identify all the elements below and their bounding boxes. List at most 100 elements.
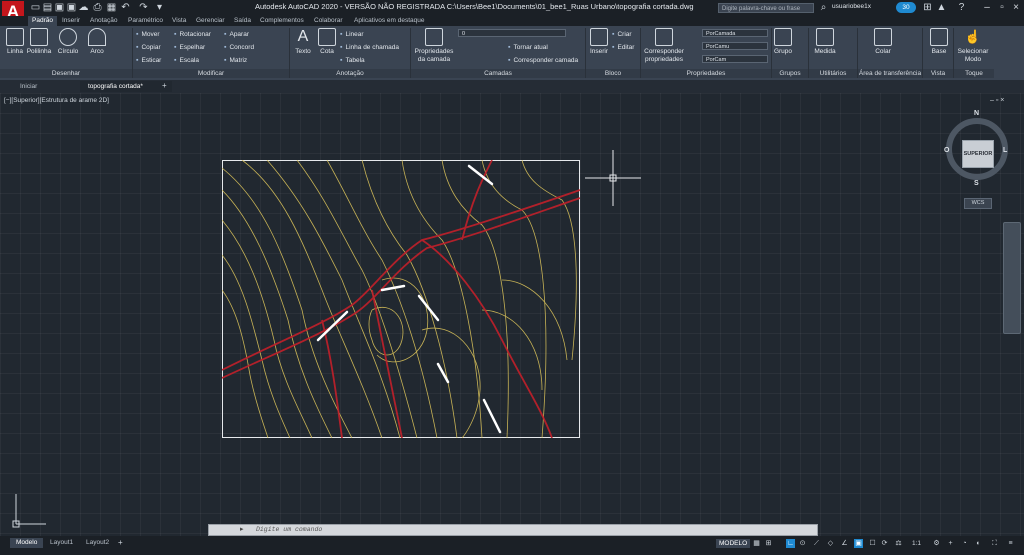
layout-tab-layout2[interactable]: Layout2 (80, 538, 115, 548)
tab-inserir[interactable]: Inserir (58, 16, 84, 26)
tab-start[interactable]: Iniciar (12, 81, 78, 92)
viewport-controls[interactable]: [−][Superior][Estrutura de arame 2D] (4, 97, 109, 104)
color-combo[interactable]: PorCamada (702, 29, 768, 37)
edit-block-button[interactable]: Editar (612, 43, 634, 52)
array-button[interactable]: Matriz (224, 56, 247, 65)
circle-tool[interactable]: Círculo (56, 28, 80, 56)
otrack-icon[interactable]: ∠ (840, 539, 849, 548)
binoculars-icon[interactable]: ⌕ (818, 2, 829, 13)
scale-button[interactable]: Escala (174, 56, 199, 65)
tab-colaborar[interactable]: Colaborar (310, 16, 347, 26)
tab-saida[interactable]: Saída (230, 16, 255, 26)
tab-gerenciar[interactable]: Gerenciar (192, 16, 229, 26)
arc-tool[interactable]: Arco (86, 28, 108, 56)
tab-padrao[interactable]: Padrão (28, 16, 57, 26)
panel-title-grupos[interactable]: Grupos (772, 69, 808, 78)
open-icon[interactable]: ▤ (42, 2, 53, 13)
paste-tool[interactable]: Colar (872, 28, 894, 56)
linetype-combo[interactable]: PorCamu (702, 42, 768, 50)
polar-icon[interactable]: ⊙ (798, 539, 807, 548)
cart-icon[interactable]: ⊞ (922, 2, 933, 13)
annotation-scale-icon[interactable]: ⚖ (894, 539, 903, 548)
mirror-button[interactable]: Espelhar (174, 43, 205, 52)
isodraft-icon[interactable]: ⟋ (812, 539, 821, 548)
layout-tab-model[interactable]: Modelo (10, 538, 44, 548)
selection-cycling-icon[interactable]: ⟳ (880, 539, 889, 548)
tab-complementos[interactable]: Complementos (256, 16, 308, 26)
share-icon[interactable]: ▾ (154, 2, 165, 13)
panel-title-modificar[interactable]: Modificar (133, 69, 289, 78)
model-space-button[interactable]: MODELO (716, 539, 751, 548)
minimize-button[interactable]: – (980, 1, 994, 15)
plot-icon[interactable]: ▦ (106, 2, 117, 13)
group-tool[interactable]: Grupo (773, 28, 793, 56)
layer-combo[interactable]: 0 (458, 29, 566, 37)
tab-drawing-file[interactable]: topografia cortada* (80, 81, 172, 92)
tab-vista[interactable]: Vista (168, 16, 190, 26)
customization-menu-icon[interactable]: ≡ (1006, 539, 1015, 548)
notification-badge[interactable]: 30 (896, 2, 916, 13)
panel-title-area-transferencia[interactable]: Área de transferência (858, 69, 922, 78)
account-icon[interactable]: ▲ (936, 2, 947, 13)
add-icon[interactable]: + (946, 539, 955, 548)
panel-title-toque[interactable]: Toque (954, 69, 994, 78)
stretch-button[interactable]: Esticar (136, 56, 161, 65)
maximize-button[interactable]: ▫ (995, 1, 1009, 15)
copy-button[interactable]: Copiar (136, 43, 160, 52)
undo-icon[interactable]: ↶ (120, 2, 131, 13)
layout-tab-layout1[interactable]: Layout1 (44, 538, 79, 548)
snap-icon[interactable]: ⊞ (764, 539, 773, 548)
tab-anotacao[interactable]: Anotação (86, 16, 121, 26)
workspace-gear-icon[interactable]: ⚙ (932, 539, 941, 548)
polyline-tool[interactable]: Polilinha (26, 28, 52, 56)
command-input[interactable]: Digite um comando (256, 525, 322, 535)
fullscreen-icon[interactable]: ⛶ (990, 539, 999, 548)
layer-properties-tool[interactable]: Propriedades da camada (413, 28, 455, 64)
compass-west[interactable]: O (944, 147, 949, 154)
units-icon[interactable]: ◔ (960, 539, 969, 548)
add-layout-icon[interactable]: + (118, 538, 123, 547)
topography-drawing[interactable] (222, 160, 580, 438)
new-tab-icon[interactable]: + (162, 81, 167, 90)
scale-dropdown[interactable]: 1:1 (912, 539, 921, 548)
tab-aplicativos[interactable]: Aplicativos em destaque (350, 16, 428, 26)
move-button[interactable]: Mover (136, 30, 159, 39)
dimension-tool[interactable]: Cota (316, 28, 338, 56)
panel-title-vista[interactable]: Vista (923, 69, 953, 78)
save-icon[interactable]: ▣ (54, 2, 65, 13)
panel-title-anotacao[interactable]: Anotação (290, 69, 410, 78)
panel-title-desenhar[interactable]: Desenhar (0, 69, 132, 78)
new-icon[interactable]: ▭ (30, 2, 41, 13)
make-current-button[interactable]: Tornar atual (508, 43, 547, 52)
viewport-window-controls[interactable]: – ▫ × (990, 97, 1004, 104)
trim-button[interactable]: Aparar (224, 30, 249, 39)
grid-icon[interactable]: ▦ (752, 539, 761, 548)
table-button[interactable]: Tabela (340, 56, 364, 65)
create-block-button[interactable]: Criar (612, 30, 631, 39)
match-layer-button[interactable]: Corresponder camada (508, 56, 578, 65)
panel-title-camadas[interactable]: Camadas (411, 69, 585, 78)
leader-dropdown[interactable]: Linha de chamada (340, 43, 399, 52)
tab-parametrico[interactable]: Paramétrico (124, 16, 167, 26)
base-view-tool[interactable]: Base (928, 28, 950, 56)
select-mode-tool[interactable]: ☝ Selecionar Modo (956, 28, 990, 64)
isolate-icon[interactable]: ◐ (974, 539, 983, 548)
save-as-icon[interactable]: ▣ (66, 2, 77, 13)
panel-title-utilitarios[interactable]: Utilitários (809, 69, 857, 78)
lineweight-icon[interactable]: ▣ (854, 539, 863, 548)
ortho-icon[interactable]: ∟ (786, 539, 795, 548)
search-input[interactable]: Digite palavra-chave ou frase (718, 3, 814, 13)
wcs-menu[interactable]: WCS (964, 198, 992, 209)
lineweight-combo[interactable]: PorCam (702, 55, 768, 63)
rotate-button[interactable]: Rotacionar (174, 30, 210, 39)
help-icon[interactable]: ? (956, 2, 967, 13)
navigation-bar[interactable] (1003, 222, 1021, 334)
osnap-icon[interactable]: ◇ (826, 539, 835, 548)
command-recent-icon[interactable]: ▸ (240, 525, 244, 533)
compass-north[interactable]: N (974, 110, 979, 117)
viewcube-face[interactable]: SUPERIOR (962, 140, 994, 168)
redo-icon[interactable]: ↷ (138, 2, 149, 13)
linear-dropdown[interactable]: Linear (340, 30, 363, 39)
match-properties-tool[interactable]: Corresponder propriedades (643, 28, 685, 64)
print-icon[interactable]: ⎙ (92, 2, 103, 13)
